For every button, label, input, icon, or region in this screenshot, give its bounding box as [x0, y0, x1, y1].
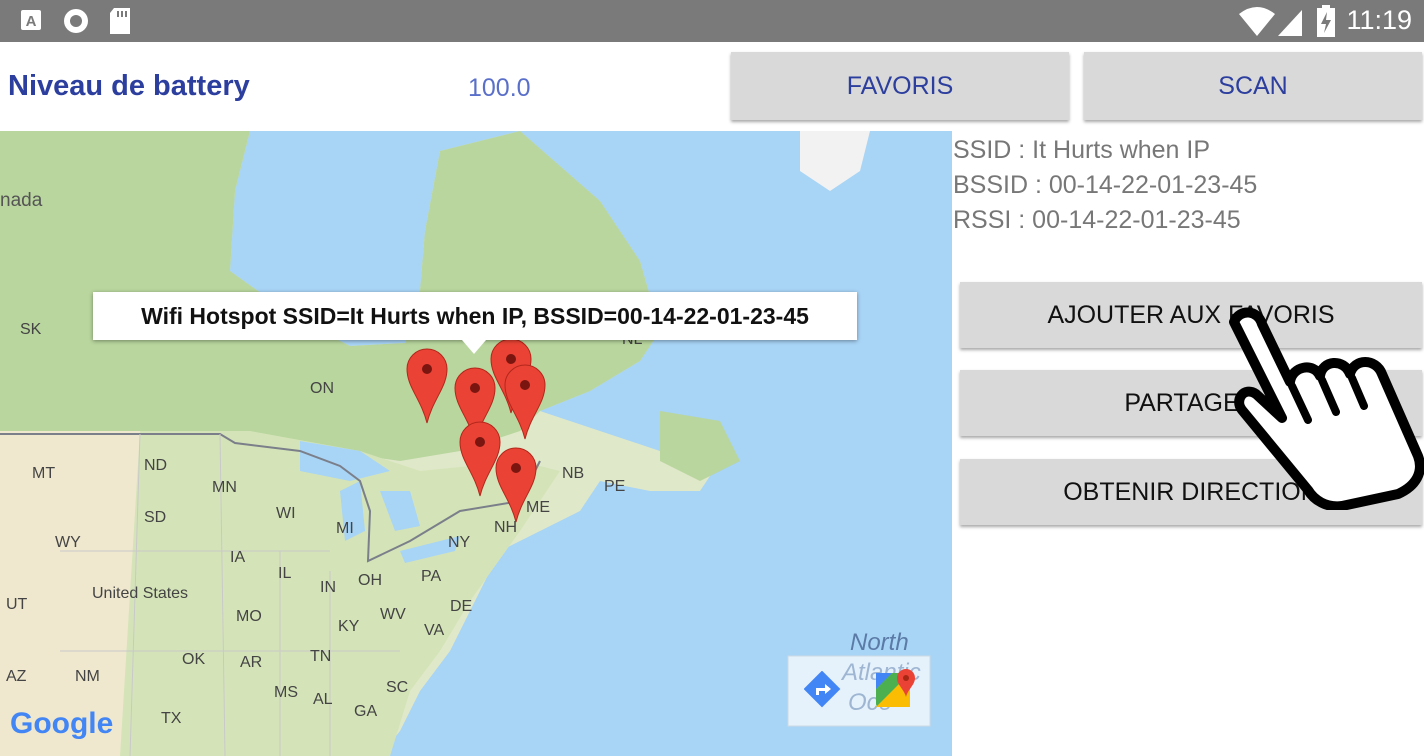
favoris-button[interactable]: FAVORIS — [731, 52, 1069, 120]
map-marker[interactable] — [459, 421, 501, 497]
scan-button[interactable]: SCAN — [1084, 52, 1422, 120]
map-marker[interactable] — [495, 447, 537, 523]
map-view[interactable]: nada SK ON NL MT ND MN SD WY WI MI NY NB… — [0, 131, 952, 756]
rssi-text: RSSI : 00-14-22-01-23-45 — [953, 206, 1241, 234]
signal-icon — [1278, 10, 1302, 36]
sd-card-icon — [110, 8, 130, 34]
map-marker[interactable] — [504, 364, 546, 440]
info-window-tail — [462, 340, 486, 354]
marker-info-window[interactable]: Wifi Hotspot SSID=It Hurts when IP, BSSI… — [93, 292, 857, 340]
a-letter-icon: A — [21, 10, 41, 30]
circle-record-icon — [64, 9, 88, 33]
top-bar: Niveau de battery 100.0 FAVORIS SCAN — [0, 42, 1424, 131]
google-maps-icon[interactable] — [876, 669, 916, 709]
status-bar: A 11:19 — [0, 0, 1424, 42]
map-marker[interactable] — [406, 348, 448, 424]
battery-charging-icon — [1317, 5, 1335, 37]
marker-layer — [406, 338, 546, 523]
battery-label: Niveau de battery — [8, 70, 250, 102]
bssid-text: BSSID : 00-14-22-01-23-45 — [953, 171, 1258, 199]
battery-value: 100.0 — [468, 74, 531, 102]
svg-text:A: A — [26, 13, 37, 30]
directions-icon[interactable] — [804, 671, 842, 709]
hand-pointer-icon — [1229, 307, 1424, 510]
ssid-text: SSID : It Hurts when IP — [953, 136, 1211, 164]
wifi-icon — [1239, 7, 1275, 36]
clock: 11:19 — [1346, 5, 1412, 35]
